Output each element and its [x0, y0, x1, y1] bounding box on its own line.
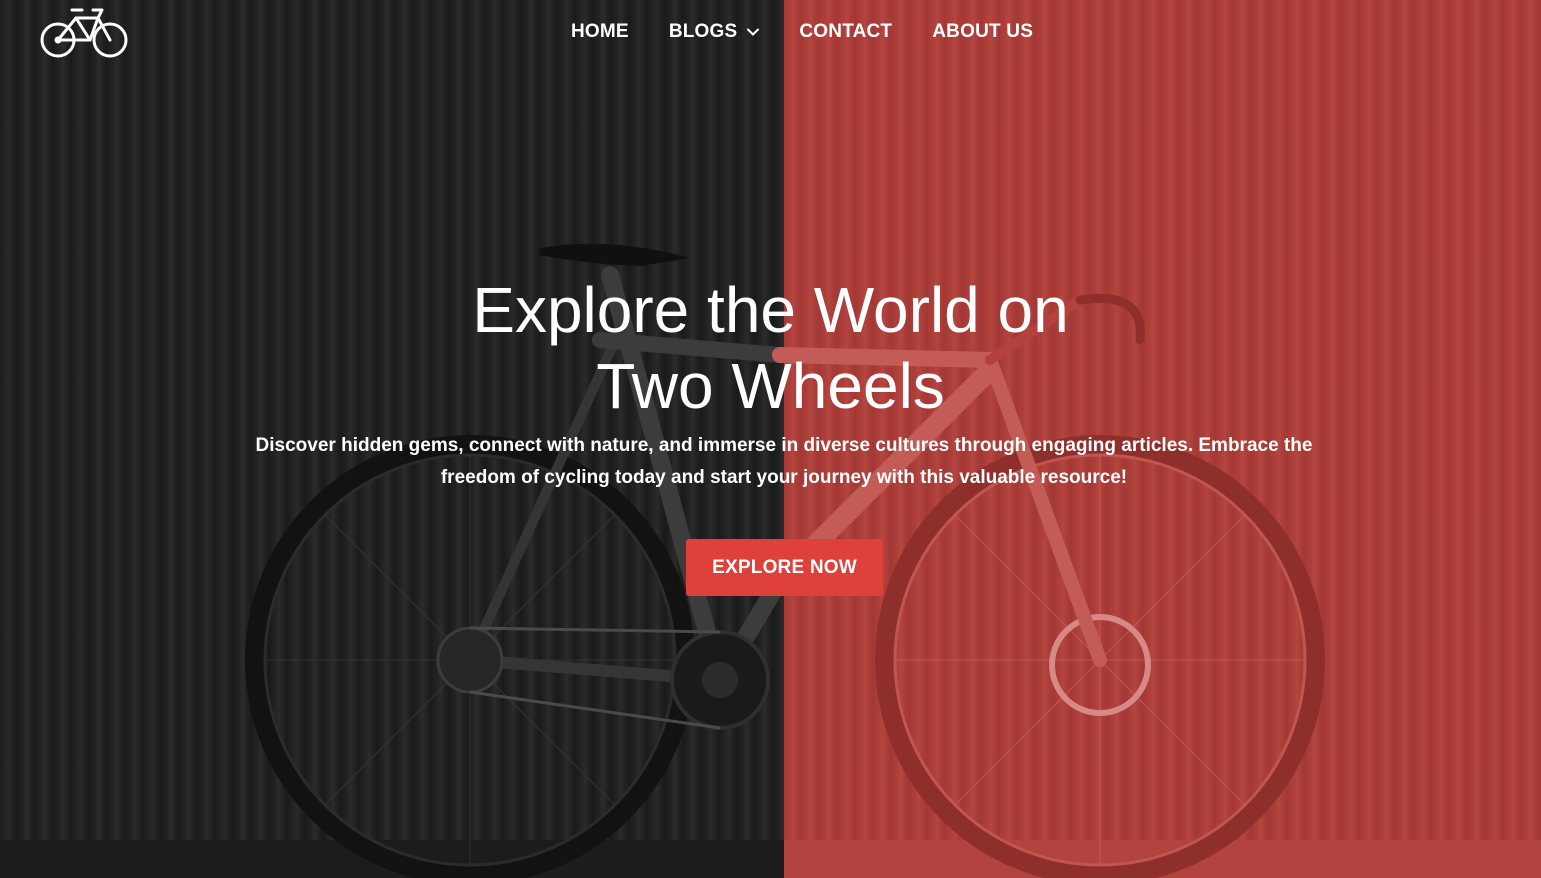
hero-headline: Explore the World on Two Wheels	[0, 272, 1541, 424]
bicycle-icon	[40, 8, 128, 58]
chevron-down-icon	[747, 28, 760, 36]
nav-item-about-us[interactable]: ABOUT US	[932, 21, 1033, 43]
nav-item-contact[interactable]: CONTACT	[799, 21, 892, 43]
hero-headline-line-2: Two Wheels	[596, 350, 945, 422]
explore-now-button[interactable]: EXPLORE NOW	[686, 539, 883, 596]
hero-subtext: Discover hidden gems, connect with natur…	[255, 435, 1313, 488]
hero-section: HOME BLOGS CONTACT ABOUT US Explore the …	[0, 0, 1541, 878]
hero-headline-line-1: Explore the World on	[472, 274, 1069, 346]
nav-item-blogs-label: BLOGS	[668, 21, 738, 42]
main-nav: HOME BLOGS CONTACT ABOUT US	[571, 18, 1073, 46]
nav-item-blogs[interactable]: BLOGS	[669, 21, 760, 43]
nav-item-home[interactable]: HOME	[571, 21, 629, 43]
site-logo[interactable]	[38, 4, 132, 60]
